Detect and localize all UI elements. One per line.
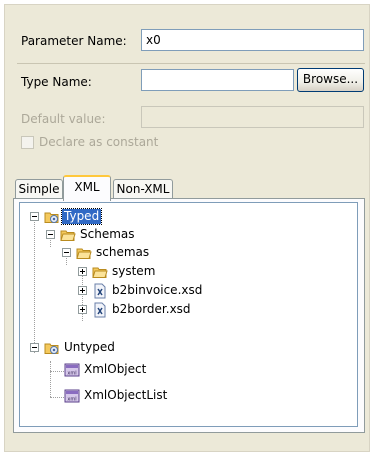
typed-folder-icon: [44, 212, 59, 223]
expand-icon[interactable]: [78, 286, 87, 295]
xml-type-icon: xml: [64, 363, 80, 377]
default-value-field[interactable]: [141, 106, 364, 128]
svg-text:xml: xml: [67, 371, 76, 377]
collapse-icon[interactable]: [30, 212, 39, 221]
tree-node-b2binvoice[interactable]: b2binvoice.xsd: [20, 282, 350, 300]
tree-node-label: Untyped: [64, 340, 115, 354]
default-value-label: Default value:: [21, 112, 106, 126]
tab-label: Simple: [18, 182, 60, 196]
tree-node-schemas-folder[interactable]: schemas: [20, 244, 350, 262]
tree-node-xmlobject[interactable]: xml XmlObject: [20, 361, 350, 379]
xsd-file-icon: [94, 302, 106, 318]
tab-non-xml[interactable]: Non-XML: [113, 179, 173, 199]
tab-label: Non-XML: [116, 182, 170, 196]
tab-xml[interactable]: XML: [63, 175, 111, 201]
tree-node-xmlobjectlist[interactable]: xml XmlObjectList: [20, 387, 350, 405]
type-name-label: Type Name:: [21, 75, 92, 89]
xml-tab-panel: Typed Schemas schemas system b2binvoice.…: [13, 198, 365, 433]
browse-button[interactable]: Browse...: [297, 68, 364, 92]
tab-label: XML: [74, 180, 100, 194]
parameter-dialog-panel: Parameter Name: x0 Type Name: Browse... …: [4, 4, 370, 452]
tree-node-label: XmlObject: [84, 362, 147, 376]
tree-node-label: schemas: [96, 245, 150, 259]
tab-simple[interactable]: Simple: [15, 179, 63, 199]
open-folder-icon: [60, 230, 76, 241]
collapse-icon[interactable]: [46, 230, 55, 239]
tree-node-b2border[interactable]: b2border.xsd: [20, 301, 350, 319]
tree-node-label: b2binvoice.xsd: [112, 283, 203, 297]
collapse-icon[interactable]: [30, 343, 39, 352]
declare-constant-checkbox[interactable]: [21, 136, 34, 149]
parameter-name-label: Parameter Name:: [21, 34, 127, 48]
tree-node-system[interactable]: system: [20, 263, 350, 281]
collapse-icon[interactable]: [62, 248, 71, 257]
open-folder-icon: [92, 267, 108, 278]
declare-constant-label: Declare as constant: [39, 135, 159, 149]
xml-list-icon: xml: [64, 389, 80, 403]
expand-icon[interactable]: [78, 267, 87, 276]
svg-text:xml: xml: [67, 397, 76, 403]
tree-node-label: Typed: [60, 208, 103, 225]
xsd-file-icon: [94, 283, 106, 299]
type-tree[interactable]: Typed Schemas schemas system b2binvoice.…: [19, 202, 358, 427]
untyped-folder-icon: [44, 343, 59, 354]
tree-node-label: Schemas: [80, 227, 135, 241]
type-name-field[interactable]: [141, 69, 294, 91]
tree-node-label: b2border.xsd: [112, 302, 191, 316]
tree-node-label: system: [112, 264, 156, 278]
parameter-name-field[interactable]: x0: [141, 29, 364, 51]
separator: [17, 63, 365, 64]
tree-node-typed[interactable]: Typed: [20, 208, 350, 226]
tree-node-schemas-group[interactable]: Schemas: [20, 226, 350, 244]
open-folder-icon: [76, 248, 92, 259]
tree-node-untyped[interactable]: Untyped: [20, 339, 350, 357]
tree-node-label: XmlObjectList: [84, 388, 168, 402]
expand-icon[interactable]: [78, 305, 87, 314]
